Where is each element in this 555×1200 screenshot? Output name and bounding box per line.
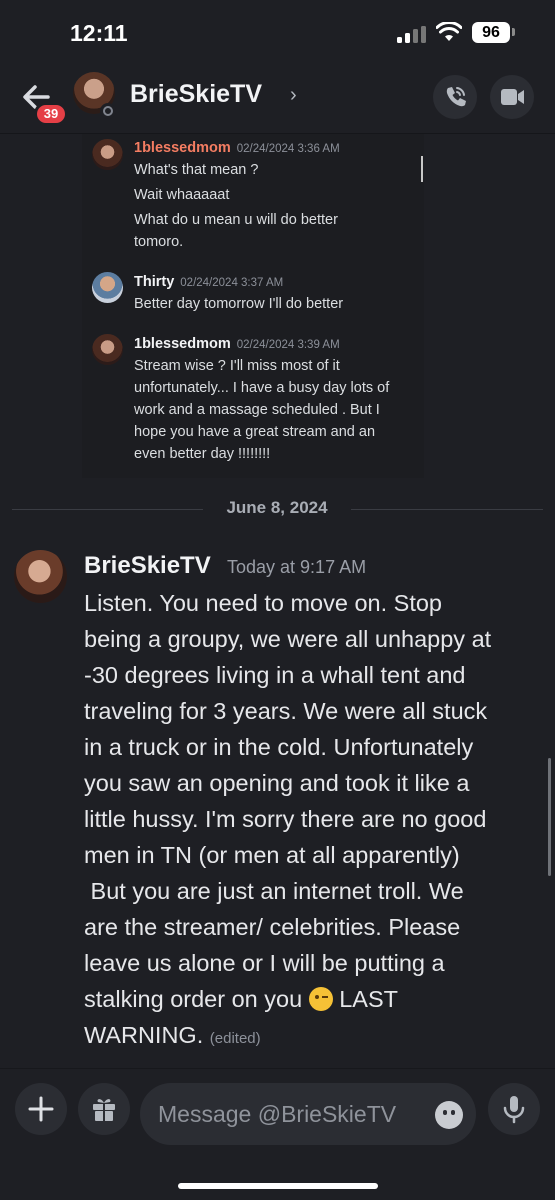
- message-text: But you are just an internet troll. We: [84, 878, 464, 904]
- message-text: leave us alone or I will be putting a: [84, 950, 445, 976]
- message-text: in a truck or in the cold. Unfortunately: [84, 734, 474, 760]
- embed-text: hope you have a great stream and an: [134, 424, 376, 440]
- embedded-screenshot: 1blessedmom 02/24/2024 3:36 AM What's tha…: [82, 134, 424, 478]
- message-text: Listen. You need to move on. Stop: [84, 590, 442, 616]
- page-title[interactable]: BrieSkieTV: [130, 80, 262, 109]
- message-text: -30 degrees living in a whall tent and: [84, 662, 466, 688]
- dm-header: 39 BrieSkieTV ›: [0, 62, 555, 134]
- voice-call-button[interactable]: [433, 75, 477, 119]
- battery-tip: [512, 28, 515, 36]
- message-composer: [0, 1068, 555, 1200]
- message-author[interactable]: BrieSkieTV: [84, 552, 211, 580]
- date-divider: June 8, 2024: [203, 498, 351, 518]
- microphone-icon: [503, 1096, 525, 1124]
- wifi-icon: [436, 22, 462, 41]
- video-call-button[interactable]: [490, 75, 534, 119]
- edited-label: (edited): [209, 1030, 261, 1047]
- avatar: [92, 139, 123, 170]
- embed-text: Stream wise ? I'll miss most of it: [134, 358, 340, 374]
- embed-text: Better day tomorrow I'll do better: [134, 296, 344, 312]
- embed-text: Wait whaaaaat: [134, 187, 230, 203]
- embed-author: 1blessedmom 02/24/2024 3:36 AM: [134, 140, 340, 156]
- message-text: traveling for 3 years. We were all stuck: [84, 698, 488, 724]
- voice-message-button[interactable]: [488, 1083, 540, 1135]
- phone-call-icon: [446, 87, 466, 107]
- message-text: you saw an opening and took it like a: [84, 770, 470, 796]
- home-indicator[interactable]: [178, 1183, 378, 1189]
- avatar: [92, 334, 123, 365]
- message-input-container: [140, 1083, 476, 1145]
- clock: 12:11: [70, 20, 128, 46]
- message-text: WARNING. (edited): [84, 1022, 261, 1048]
- embed-text: What do u mean u will do better: [134, 212, 338, 228]
- gift-button[interactable]: [78, 1083, 130, 1135]
- embed-text: unfortunately... I have a busy day lots …: [134, 380, 390, 396]
- winking-face-icon: [308, 987, 333, 1011]
- offline-status-icon: [100, 103, 116, 119]
- avatar: [92, 272, 123, 303]
- embed-text: tomoro.: [134, 234, 184, 250]
- unread-badge: 39: [34, 102, 68, 126]
- message-text: being a groupy, we were all unhappy at: [84, 626, 492, 652]
- signal-icon: [397, 26, 427, 43]
- plus-icon: [28, 1096, 54, 1122]
- chevron-right-icon[interactable]: ›: [290, 84, 297, 107]
- message-timestamp: Today at 9:17 AM: [227, 557, 367, 577]
- embed-author: Thirty 02/24/2024 3:37 AM: [134, 274, 284, 290]
- gift-icon: [93, 1099, 115, 1121]
- message-text: are the streamer/ celebrities. Please: [84, 914, 461, 940]
- scrollbar[interactable]: [548, 758, 551, 876]
- emoji-icon[interactable]: [435, 1101, 463, 1129]
- message-text: little hussy. I'm sorry there are no goo…: [84, 806, 487, 832]
- avatar[interactable]: [14, 550, 67, 603]
- video-camera-icon: [501, 89, 524, 105]
- add-attachment-button[interactable]: [15, 1083, 67, 1135]
- embed-text: What's that mean ?: [134, 162, 259, 178]
- embed-scrollbar: [421, 156, 423, 182]
- status-bar: 12:11 96: [0, 0, 555, 62]
- embed-text: work and a massage scheduled . But I: [134, 402, 380, 418]
- embed-text: even better day !!!!!!!!: [134, 446, 271, 462]
- message-input[interactable]: [158, 1083, 428, 1145]
- embed-author: 1blessedmom 02/24/2024 3:39 AM: [134, 336, 340, 352]
- message-text: stalking order on you LAST: [84, 986, 398, 1012]
- battery-icon: 96: [472, 22, 510, 43]
- message-text: men in TN (or men at all apparently): [84, 842, 460, 868]
